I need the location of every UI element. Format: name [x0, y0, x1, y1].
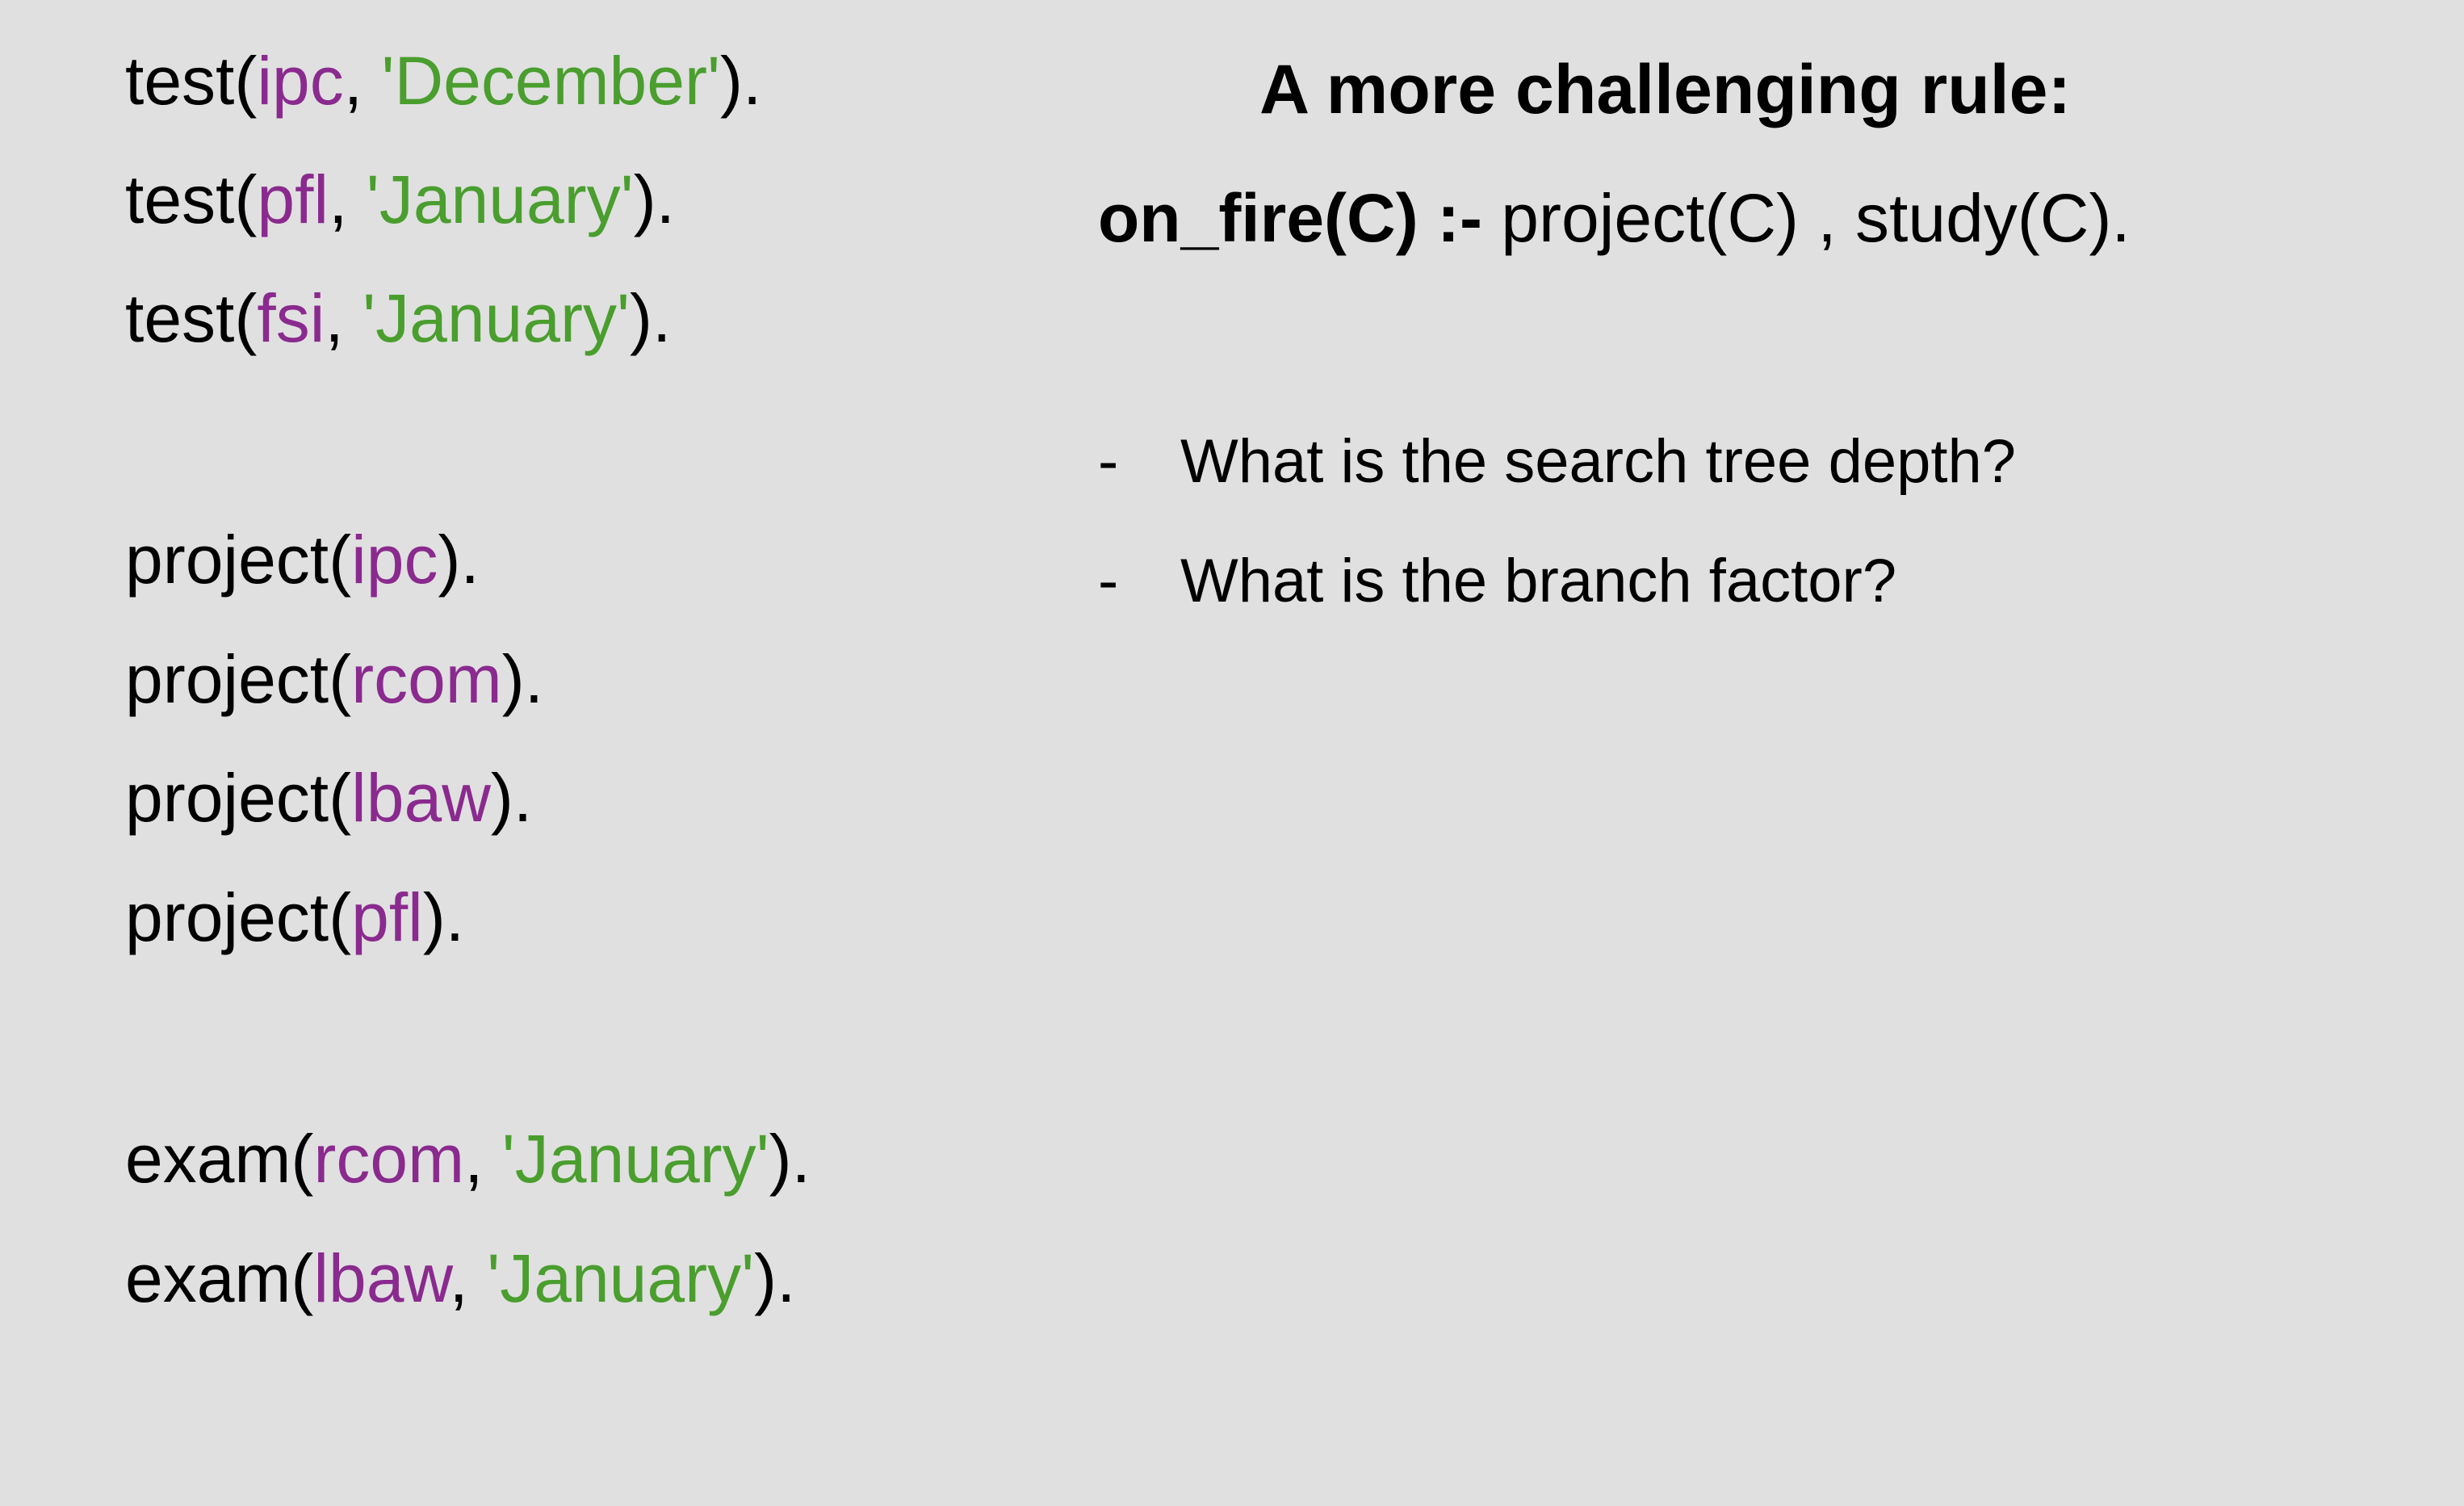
fact-predicate: test(	[125, 162, 258, 237]
fact-end: ).	[490, 760, 533, 836]
fact-string: 'January'	[362, 280, 630, 356]
fact-predicate: project(	[125, 760, 352, 836]
fact-end: ).	[754, 1240, 796, 1316]
slide-title: A more challenging rule:	[1259, 51, 2072, 128]
fact-separator: ,	[325, 280, 363, 356]
fact-atom: ipc	[351, 522, 438, 598]
fact-atom: pfl	[257, 162, 329, 237]
question-item: - What is the branch factor?	[1098, 545, 1896, 618]
fact-atom: rcom	[351, 641, 502, 717]
fact-string: 'January'	[366, 162, 634, 237]
fact-separator: ,	[329, 162, 367, 237]
fact-end: ).	[629, 280, 672, 356]
fact-predicate: exam(	[125, 1240, 314, 1316]
fact-atom: ipc	[257, 43, 344, 119]
fact-predicate: test(	[125, 280, 258, 356]
fact-predicate: exam(	[125, 1121, 314, 1197]
fact-atom: lbaw	[351, 760, 491, 836]
fact-string: 'January'	[487, 1240, 755, 1316]
fact-separator: ,	[343, 43, 382, 119]
fact-string: 'December'	[381, 43, 721, 119]
fact-separator: ,	[449, 1240, 488, 1316]
fact-separator: ,	[464, 1121, 502, 1197]
fact-predicate: project(	[125, 879, 352, 955]
slide: test(ipc, 'December'). test(pfl, 'Januar…	[0, 0, 2464, 1506]
fact-predicate: test(	[125, 43, 258, 119]
fact-string: 'January'	[501, 1121, 769, 1197]
fact-atom: pfl	[351, 879, 423, 955]
fact-test-1: test(ipc, 'December').	[125, 40, 761, 121]
fact-predicate: project(	[125, 522, 352, 598]
rule-definition: on_fire(C) :- project(C) , study(C).	[1098, 179, 2131, 258]
fact-end: ).	[422, 879, 465, 955]
rule-head: on_fire(C) :-	[1098, 180, 1482, 256]
bullet-dash: -	[1098, 427, 1119, 496]
fact-end: ).	[438, 522, 480, 598]
rule-body: project(C) , study(C).	[1481, 180, 2131, 256]
fact-test-3: test(fsi, 'January').	[125, 278, 671, 359]
fact-atom: fsi	[257, 280, 325, 356]
question-item: - What is the search tree depth?	[1098, 426, 2016, 498]
fact-exam-1: exam(rcom, 'January').	[125, 1118, 811, 1199]
fact-project-1: project(ipc).	[125, 519, 480, 600]
question-text: What is the branch factor?	[1180, 547, 1897, 615]
fact-predicate: project(	[125, 641, 352, 717]
fact-end: ).	[720, 43, 762, 119]
fact-project-3: project(lbaw).	[125, 757, 532, 838]
fact-project-2: project(rcom).	[125, 639, 543, 719]
fact-exam-2: exam(lbaw, 'January').	[125, 1238, 795, 1319]
fact-end: ).	[501, 641, 544, 717]
fact-end: ).	[769, 1121, 811, 1197]
fact-end: ).	[633, 162, 676, 237]
fact-test-2: test(pfl, 'January').	[125, 159, 675, 240]
fact-project-4: project(pfl).	[125, 877, 464, 958]
fact-atom: rcom	[313, 1121, 465, 1197]
fact-atom: lbaw	[313, 1240, 450, 1316]
question-text: What is the search tree depth?	[1180, 427, 2017, 496]
bullet-dash: -	[1098, 547, 1119, 615]
